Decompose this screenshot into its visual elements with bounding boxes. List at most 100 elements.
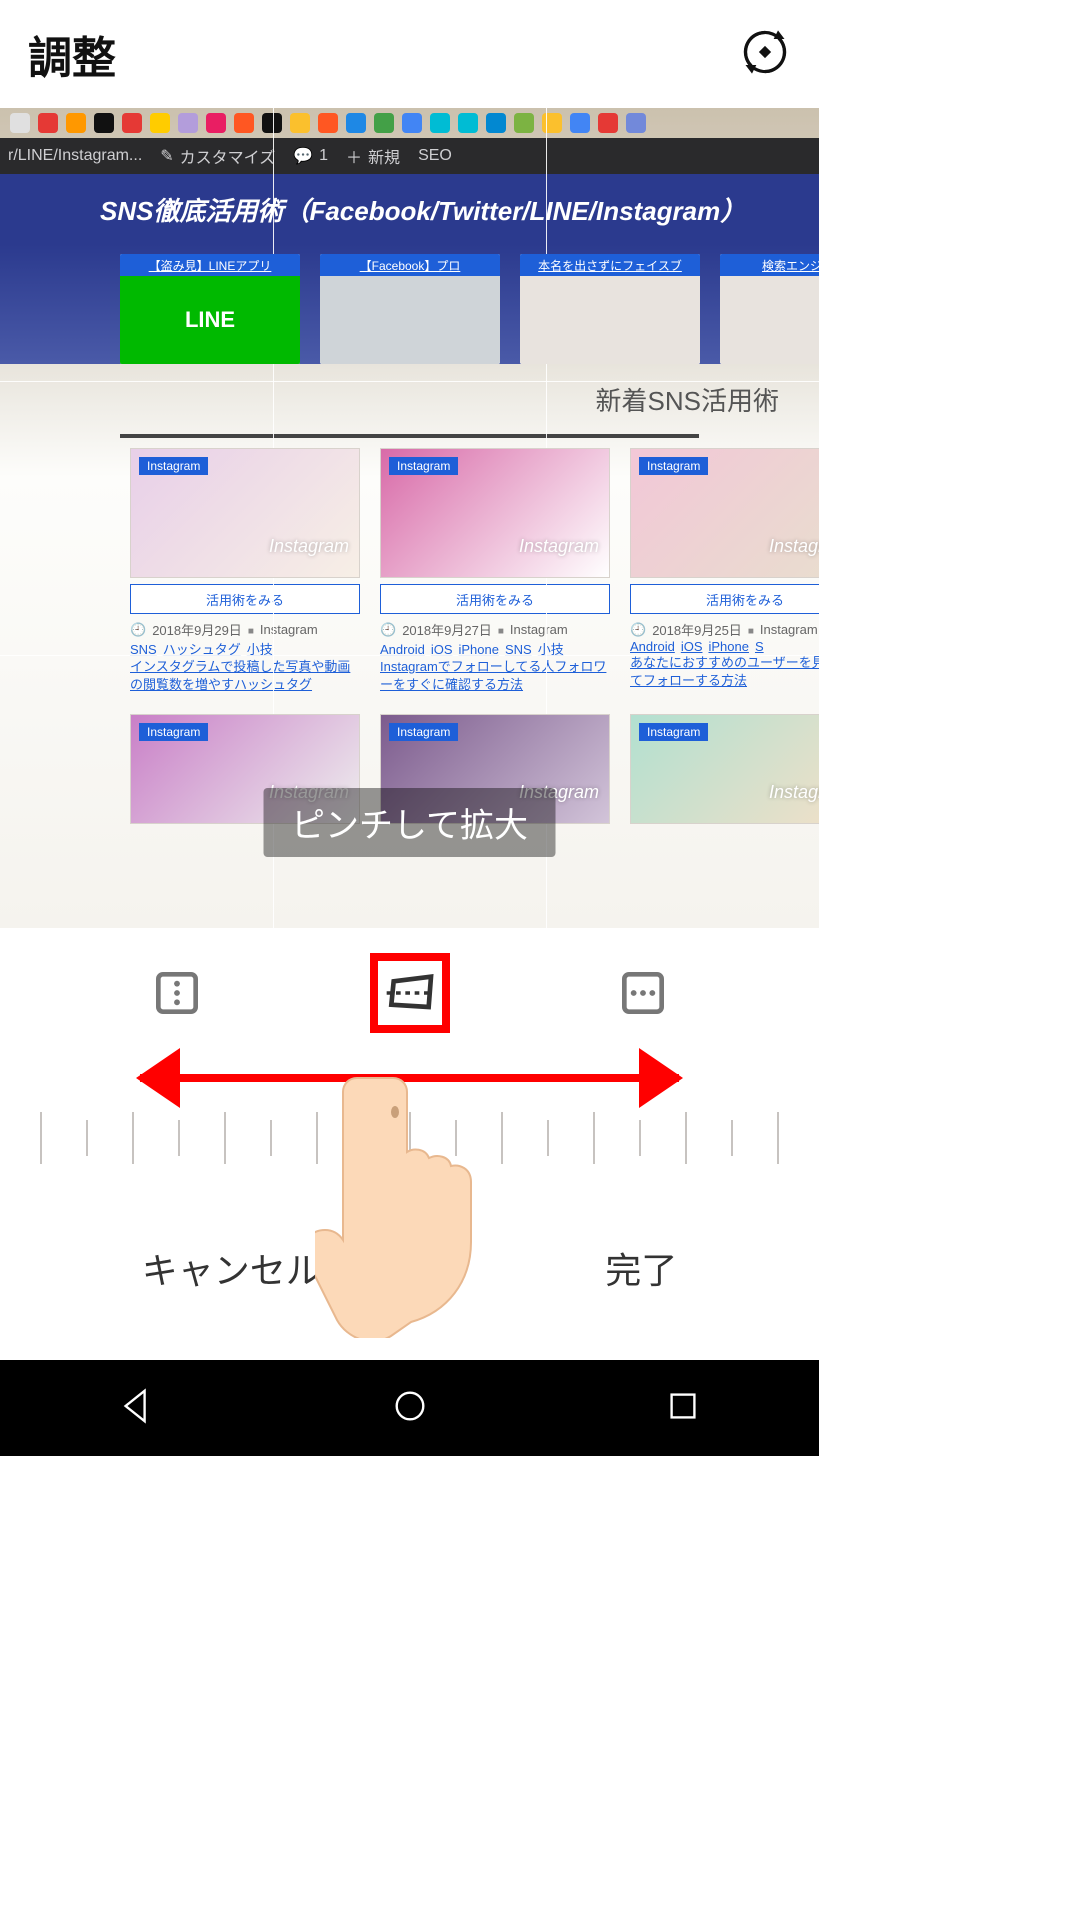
thumb-watermark: Instagram: [519, 536, 599, 557]
android-navbar: [0, 1360, 819, 1456]
article-thumb: Instagram Instagram: [130, 448, 360, 578]
favicon-icon: [458, 113, 478, 133]
favicon-icon: [66, 113, 86, 133]
thumb-tag: Instagram: [139, 723, 208, 741]
thumb-tag: Instagram: [639, 457, 708, 475]
favicon-icon: [486, 113, 506, 133]
bookmark-bar: [0, 108, 819, 138]
wp-new-label: 新規: [368, 144, 400, 168]
favicon-icon: [514, 113, 534, 133]
article-thumb: Instagram Instagram: [630, 448, 819, 578]
wp-comments: 💬 1: [293, 146, 328, 166]
article-date: 2018年9月25日: [652, 620, 742, 639]
hero-body-fb: [720, 276, 819, 364]
rotate-icon[interactable]: [739, 26, 791, 83]
article-meta: 🕘 2018年9月27日 Instagram: [380, 620, 610, 639]
favicon-icon: [626, 113, 646, 133]
wp-new: ＋ 新規: [346, 144, 400, 168]
favicon-icon: [150, 113, 170, 133]
article-thumb: Instagram Instagram: [380, 448, 610, 578]
article-desc: あなたにおすすめのユーザーを見つけてフォローする方法: [630, 654, 819, 690]
ruler-tick: [178, 1120, 180, 1156]
thumb-tag: Instagram: [639, 723, 708, 741]
adjust-tools: [0, 928, 819, 1038]
ruler-tick: [639, 1120, 641, 1156]
ruler-tick: [593, 1112, 595, 1164]
perspective-horizontal-button[interactable]: [603, 953, 683, 1033]
ruler-tick: [40, 1112, 42, 1164]
favicon-icon: [346, 113, 366, 133]
thumb-watermark: Instagram: [769, 536, 819, 557]
perspective-vertical-button[interactable]: [137, 953, 217, 1033]
article-card: Instagram Instagram 活用術をみる 🕘 2018年9月27日 …: [380, 448, 610, 694]
favicon-icon: [318, 113, 338, 133]
banner-title: SNS徹底活用術（Facebook/Twitter/LINE/Instagram…: [100, 191, 746, 228]
favicon-icon: [402, 113, 422, 133]
see-more-button: 活用術をみる: [630, 584, 819, 614]
ruler-tick: [224, 1112, 226, 1164]
article-meta: 🕘 2018年9月25日 Instagram: [630, 620, 819, 639]
article-row: Instagram Instagram 活用術をみる 🕘 2018年9月29日 …: [0, 438, 819, 694]
favicon-icon: [10, 113, 30, 133]
ruler-tick: [731, 1120, 733, 1156]
article-card: Instagram Instagram: [630, 714, 819, 824]
article-thumb: Instagram Instagram: [630, 714, 819, 824]
hero-caption: 検索エンジンでフ: [720, 254, 819, 276]
section-heading: 新着SNS活用術: [0, 364, 819, 434]
ruler-tick: [685, 1112, 687, 1164]
thumb-watermark: Instagram: [269, 536, 349, 557]
pinch-hint-toast: ピンチして拡大: [263, 788, 556, 857]
article-desc: インスタグラムで投稿した写真や動画の閲覧数を増やすハッシュタグ: [130, 658, 360, 694]
article-cat: Instagram: [760, 622, 818, 637]
wp-admin-bar: r/LINE/Instagram... ✎ カスタマイズ 💬 1 ＋ 新規 SE…: [0, 138, 819, 174]
article-date: 2018年9月29日: [152, 620, 242, 639]
done-button[interactable]: 完了: [585, 1228, 697, 1308]
page-title: 調整: [28, 22, 116, 86]
favicon-icon: [94, 113, 114, 133]
favicon-icon: [206, 113, 226, 133]
article-card: Instagram Instagram 活用術をみる 🕘 2018年9月29日 …: [130, 448, 360, 694]
ruler-tick: [547, 1120, 549, 1156]
article-cat: Instagram: [510, 622, 568, 637]
wp-customize: ✎ カスタマイズ: [160, 144, 275, 168]
article-card: Instagram Instagram 活用術をみる 🕘 2018年9月25日 …: [630, 448, 819, 694]
favicon-icon: [122, 113, 142, 133]
recent-icon[interactable]: [664, 1387, 702, 1430]
ruler-tick: [270, 1120, 272, 1156]
hero-card: 検索エンジンでフ: [720, 254, 819, 364]
straighten-button[interactable]: [370, 953, 450, 1033]
thumb-tag: Instagram: [389, 723, 458, 741]
favicon-icon: [38, 113, 58, 133]
ruler-tick: [777, 1112, 779, 1164]
ruler-tick: [86, 1120, 88, 1156]
thumb-watermark: Instagram: [769, 782, 819, 803]
crop-canvas[interactable]: r/LINE/Instagram... ✎ カスタマイズ 💬 1 ＋ 新規 SE…: [0, 108, 819, 928]
thumb-tag: Instagram: [139, 457, 208, 475]
article-tags: AndroidiOSiPhoneS: [630, 639, 819, 654]
wp-comment-count: 1: [319, 147, 328, 165]
article-cat: Instagram: [260, 622, 318, 637]
see-more-button: 活用術をみる: [380, 584, 610, 614]
favicon-icon: [374, 113, 394, 133]
hero-card: 【盗み見】LINEアプリ LINE: [120, 254, 300, 364]
wp-path: r/LINE/Instagram...: [8, 147, 142, 165]
grid-line: [0, 655, 819, 656]
grid-line: [0, 381, 819, 382]
wp-seo: SEO: [418, 147, 452, 165]
favicon-icon: [178, 113, 198, 133]
cancel-button[interactable]: キャンセル: [122, 1228, 342, 1308]
wp-customize-label: カスタマイズ: [180, 144, 276, 168]
see-more-button: 活用術をみる: [130, 584, 360, 614]
ruler-tick: [132, 1112, 134, 1164]
pointer-hand-icon: [315, 1068, 505, 1343]
back-icon[interactable]: [118, 1387, 156, 1430]
hero-caption: 【盗み見】LINEアプリ: [120, 254, 300, 276]
favicon-icon: [290, 113, 310, 133]
home-icon[interactable]: [391, 1387, 429, 1430]
hero-card: 本名を出さずにフェイスブ: [520, 254, 700, 364]
angle-slider-area[interactable]: [0, 1038, 819, 1208]
hero-body-line: LINE: [120, 276, 300, 364]
hero-body-keyboard: [320, 276, 500, 364]
article-desc: Instagramでフォローしてる人フォロワーをすぐに確認する方法: [380, 658, 610, 694]
article-meta: 🕘 2018年9月29日 Instagram: [130, 620, 360, 639]
